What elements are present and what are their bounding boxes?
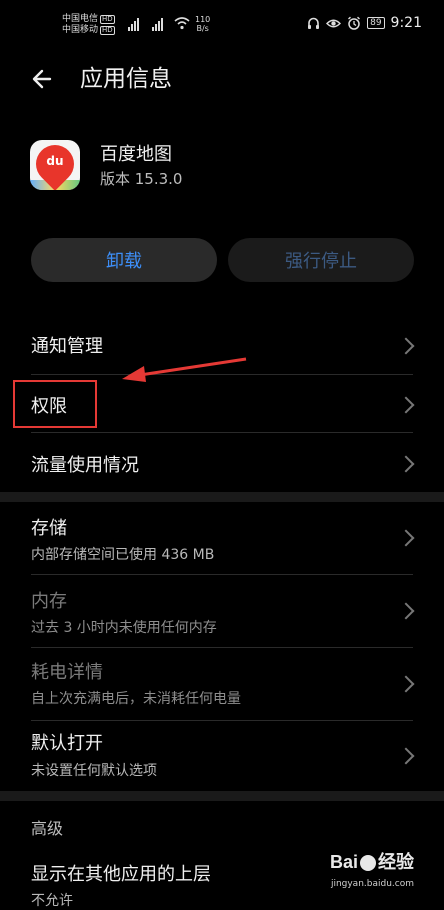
app-name: 百度地图 <box>100 144 172 165</box>
app-version: 版本 15.3.0 <box>100 170 183 188</box>
default-open-row[interactable]: 默认打开 未设置任何默认选项 <box>0 721 444 789</box>
net-speed-unit: B/s <box>196 24 209 33</box>
clock: 9:21 <box>390 15 422 31</box>
hd-badge: HD <box>100 15 115 24</box>
status-icons: 89 9:21 <box>307 15 422 31</box>
highlight-box <box>13 380 97 428</box>
row-label: 默认打开 <box>31 733 103 754</box>
chevron-right-icon <box>397 602 415 620</box>
battery-usage-row[interactable]: 耗电详情 自上次充满电后，未消耗任何电量 <box>0 648 444 720</box>
chevron-right-icon <box>397 675 415 693</box>
app-summary: du 百度地图 版本 15.3.0 <box>30 138 420 198</box>
row-label: 流量使用情况 <box>31 455 139 476</box>
data-usage-row[interactable]: 流量使用情况 <box>0 433 444 489</box>
row-label: 显示在其他应用的上层 <box>31 864 211 885</box>
chevron-right-icon <box>397 396 415 414</box>
row-label: 耗电详情 <box>31 662 103 683</box>
red-arrow-icon <box>122 357 247 382</box>
chevron-right-icon <box>397 337 415 355</box>
hd-badge: HD <box>100 26 115 35</box>
watermark-url: jingyan.baidu.com <box>330 879 414 889</box>
row-subtitle: 未设置任何默认选项 <box>31 763 157 779</box>
memory-row[interactable]: 内存 过去 3 小时内未使用任何内存 <box>0 575 444 647</box>
row-label: 通知管理 <box>31 336 103 357</box>
arrow-left-icon[interactable] <box>30 64 60 94</box>
row-subtitle: 过去 3 小时内未使用任何内存 <box>31 620 217 636</box>
section-gap <box>0 492 444 502</box>
uninstall-button[interactable]: 卸载 <box>31 238 217 282</box>
row-subtitle: 不允许 <box>31 893 73 909</box>
section-header-advanced: 高级 <box>31 819 64 838</box>
carrier-2: 中国移动 <box>62 25 99 35</box>
battery-indicator: 89 <box>367 17 385 29</box>
storage-row[interactable]: 存储 内部存储空间已使用 436 MB <box>0 502 444 574</box>
wifi-icon <box>174 17 190 30</box>
signal-icon <box>152 17 163 31</box>
eye-icon <box>326 19 342 27</box>
chevron-right-icon <box>397 529 415 547</box>
paw-icon <box>360 855 376 872</box>
status-bar: 中国电信 HD 中国移动 HD 110 B/s 89 9:21 <box>0 0 444 44</box>
app-icon: du <box>30 140 80 190</box>
alarm-icon <box>348 16 361 30</box>
watermark-logo: Bai 经验 <box>330 848 414 874</box>
headphones-icon <box>308 17 320 29</box>
row-subtitle: 自上次充满电后，未消耗任何电量 <box>31 691 241 707</box>
carrier-info: 中国电信 HD 中国移动 HD <box>62 14 115 36</box>
row-subtitle: 内部存储空间已使用 436 MB <box>31 547 215 563</box>
section-gap <box>0 791 444 801</box>
chevron-right-icon <box>397 747 415 765</box>
watermark-brand-a: Bai <box>329 852 358 872</box>
app-bar: 应用信息 <box>0 56 444 102</box>
chevron-right-icon <box>397 455 415 473</box>
page-title: 应用信息 <box>80 66 172 92</box>
carrier-1: 中国电信 <box>62 14 99 24</box>
watermark-brand-b: 经验 <box>378 852 414 872</box>
row-label: 内存 <box>31 591 67 612</box>
net-speed-value: 110 <box>195 15 211 24</box>
force-stop-button[interactable]: 强行停止 <box>228 238 414 282</box>
app-icon-text: du <box>46 154 64 168</box>
net-speed: 110 B/s <box>195 15 210 33</box>
row-label: 存储 <box>31 518 67 539</box>
signal-icon <box>128 17 139 31</box>
